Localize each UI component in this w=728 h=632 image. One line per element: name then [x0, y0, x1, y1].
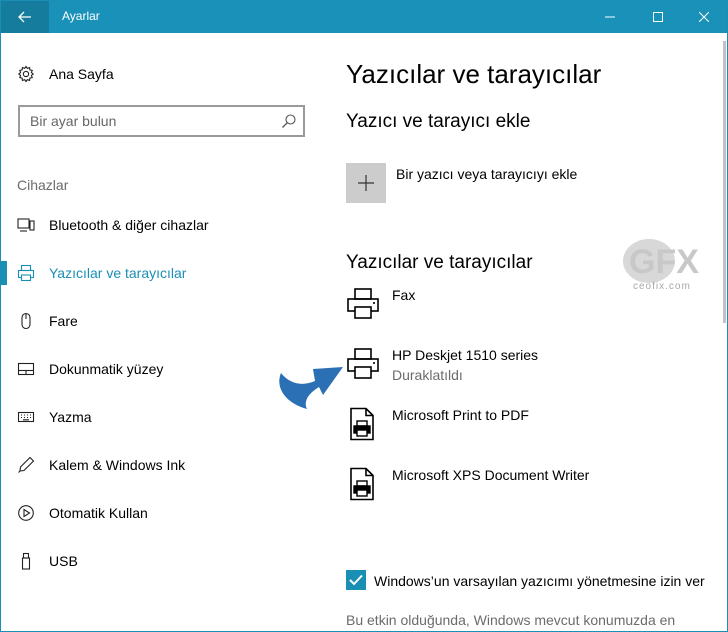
devices-section-title: Yazıcılar ve tarayıcılar	[346, 252, 533, 273]
sidebar-item-label: Dokunmatik yüzey	[49, 361, 164, 377]
device-item-hp-deskjet[interactable]: HP Deskjet 1510 series Duraklatıldı	[346, 347, 726, 395]
sidebar-item-label: Yazıcılar ve tarayıcılar	[49, 265, 187, 281]
minimize-button[interactable]	[587, 1, 633, 33]
device-name: Fax	[392, 287, 416, 303]
maximize-icon	[653, 12, 663, 22]
sidebar-item-usb[interactable]: USB	[1, 539, 321, 583]
device-name: HP Deskjet 1510 series	[392, 347, 539, 363]
default-printer-checkbox[interactable]	[346, 570, 366, 590]
sidebar-home[interactable]: Ana Sayfa	[17, 62, 114, 86]
home-label: Ana Sayfa	[49, 66, 114, 82]
minimize-icon	[605, 16, 615, 18]
checkmark-icon	[349, 574, 363, 586]
back-button[interactable]	[1, 1, 49, 33]
pen-icon	[18, 456, 35, 473]
default-printer-note: Bu etkin olduğunda, Windows mevcut konum…	[346, 612, 676, 628]
sidebar-item-pen[interactable]: Kalem & Windows Ink	[1, 443, 321, 487]
close-button[interactable]	[681, 1, 727, 33]
sidebar-item-label: Otomatik Kullan	[49, 505, 148, 521]
window-title: Ayarlar	[62, 9, 100, 23]
back-arrow-icon	[18, 11, 31, 23]
sidebar-item-label: Yazma	[49, 409, 92, 425]
device-name: Microsoft Print to PDF	[392, 407, 529, 423]
sidebar-item-mouse[interactable]: Fare	[1, 299, 321, 343]
device-name: Microsoft XPS Document Writer	[392, 467, 590, 483]
add-section-title: Yazıcı ve tarayıcı ekle	[346, 111, 531, 132]
sidebar-item-label: Kalem & Windows Ink	[49, 457, 186, 473]
mouse-icon	[21, 312, 31, 330]
touchpad-icon	[17, 362, 35, 376]
close-icon	[699, 12, 709, 22]
sidebar-item-printers[interactable]: Yazıcılar ve tarayıcılar	[1, 251, 321, 295]
bluetooth-devices-icon	[17, 218, 35, 232]
autoplay-icon	[18, 505, 34, 521]
sidebar-item-autoplay[interactable]: Otomatik Kullan	[1, 491, 321, 535]
keyboard-icon	[17, 411, 35, 423]
title-bar: Ayarlar	[1, 1, 727, 33]
annotation-arrow-icon	[279, 367, 343, 409]
sidebar-item-label: Bluetooth & diğer cihazlar	[49, 217, 209, 233]
usb-icon	[21, 552, 31, 570]
search-input[interactable]	[20, 107, 270, 135]
device-item-xps-writer[interactable]: Microsoft XPS Document Writer	[346, 467, 726, 515]
sidebar-item-label: Fare	[49, 313, 78, 329]
device-status: Duraklatıldı	[392, 367, 463, 383]
maximize-button[interactable]	[635, 1, 681, 33]
page-title: Yazıcılar ve tarayıcılar	[346, 59, 602, 89]
gear-icon	[17, 65, 35, 83]
printer-icon	[17, 264, 35, 282]
sidebar-item-bluetooth[interactable]: Bluetooth & diğer cihazlar	[1, 203, 321, 247]
device-item-print-to-pdf[interactable]: Microsoft Print to PDF	[346, 407, 726, 455]
watermark-logo-text: GFX	[629, 243, 699, 281]
watermark-site: ceofix.com	[633, 281, 691, 292]
printer-icon	[347, 288, 379, 319]
active-indicator	[1, 261, 7, 285]
plus-icon	[358, 175, 374, 191]
scrollbar[interactable]	[723, 41, 726, 323]
add-printer-label[interactable]: Bir yazıcı veya tarayıcıyı ekle	[396, 166, 577, 182]
sidebar-item-label: USB	[49, 553, 78, 569]
search-icon[interactable]	[281, 113, 297, 129]
search-box[interactable]	[18, 105, 305, 137]
add-printer-button[interactable]	[346, 163, 386, 203]
settings-window: Ayarlar Ana Sayfa Cihazlar	[0, 0, 728, 632]
document-printer-icon	[350, 467, 374, 501]
default-printer-label[interactable]: Windows’un varsayılan yazıcımı yönetmesi…	[374, 571, 714, 592]
sidebar-section-label: Cihazlar	[17, 177, 69, 193]
document-printer-icon	[350, 407, 374, 441]
printer-icon	[347, 348, 379, 379]
